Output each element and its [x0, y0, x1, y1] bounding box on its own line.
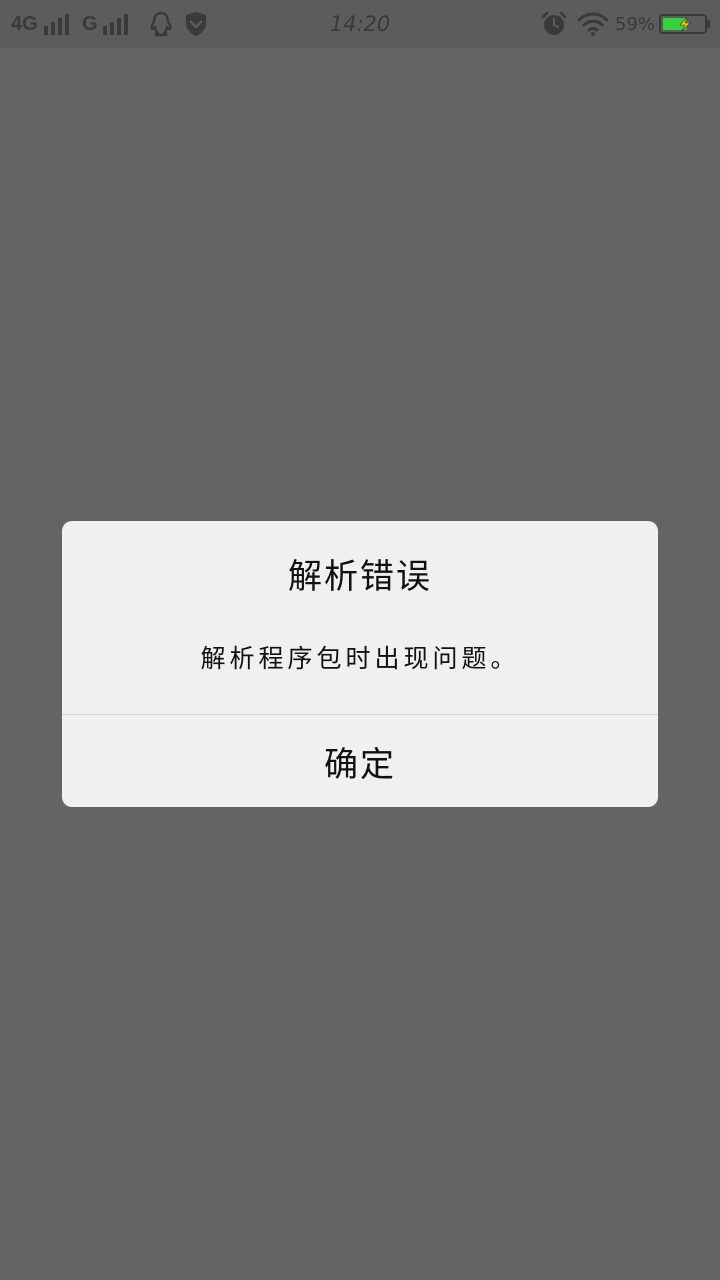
ok-button[interactable]: 确定 [62, 715, 658, 807]
shield-icon [184, 0, 208, 48]
network-g: G [82, 0, 98, 48]
signal-bars-icon [103, 14, 128, 35]
network-g-label: G [82, 12, 98, 35]
status-bar: 4G G 59% 14:20 [0, 0, 720, 48]
alarm-icon [541, 0, 567, 48]
wifi-icon [577, 0, 609, 48]
wifi-signal-icon [577, 12, 609, 36]
battery-percent-label: 59% [615, 13, 656, 35]
dialog-title: 解析错误 [288, 557, 432, 597]
battery-icon [659, 14, 710, 34]
signal-icon [44, 0, 72, 48]
network-4g-label: 4G [11, 12, 38, 35]
signal-icon-secondary [103, 0, 131, 48]
signal-bars-icon [44, 14, 69, 35]
qq-penguin-icon [150, 11, 172, 37]
parse-error-dialog: 解析错误 解析程序包时出现问题。 确定 [62, 521, 658, 807]
network-4g: 4G [11, 0, 38, 48]
battery-percent: 59% [615, 0, 655, 48]
battery-charging-icon [659, 0, 711, 48]
dialog-message: 解析程序包时出现问题。 [200, 644, 520, 673]
qq-icon [148, 0, 174, 48]
security-shield-icon [186, 12, 206, 36]
alarm-clock-icon [541, 11, 567, 35]
